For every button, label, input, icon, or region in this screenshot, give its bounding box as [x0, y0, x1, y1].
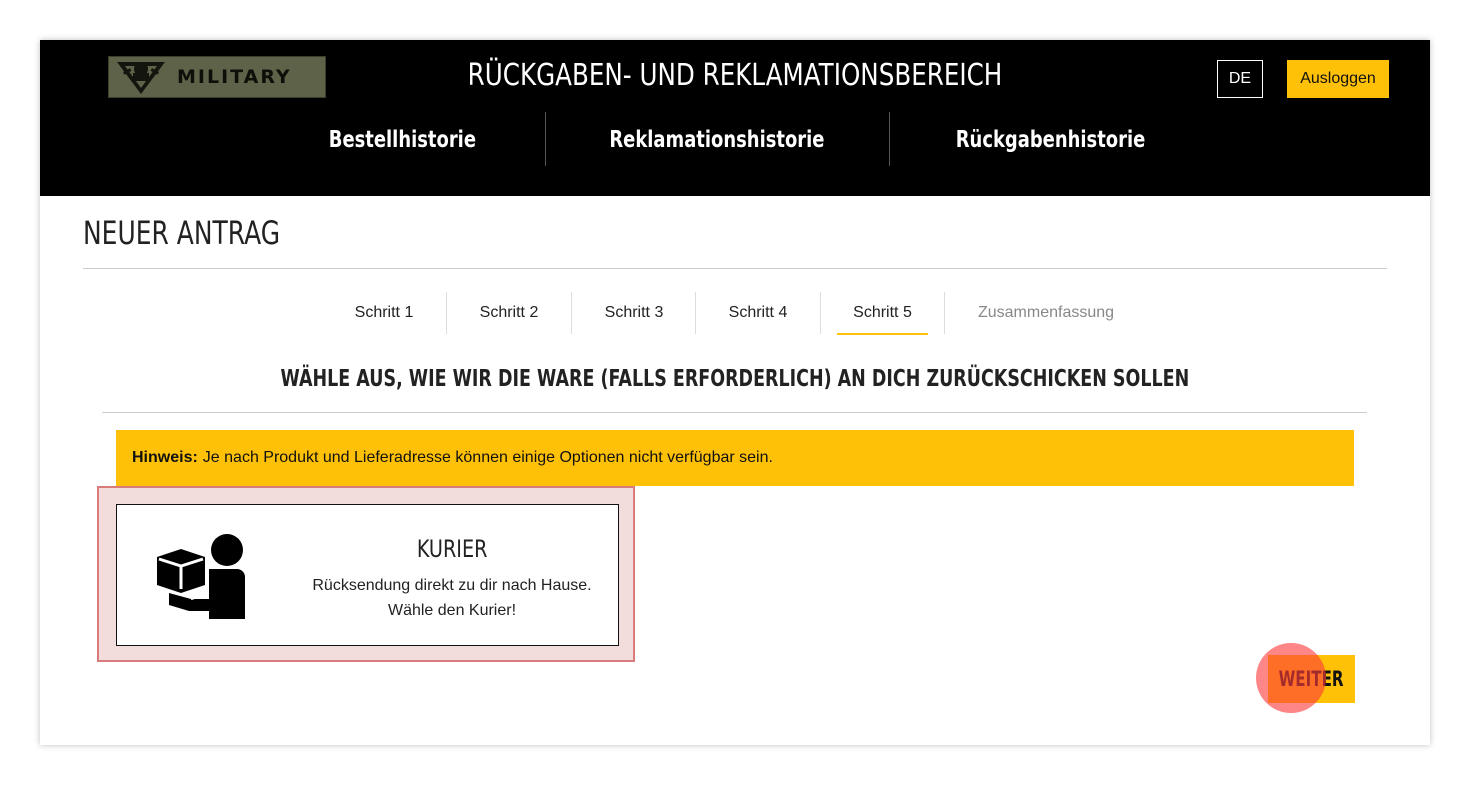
step-divider	[695, 292, 696, 334]
courier-icon	[157, 534, 245, 619]
step-5-tab[interactable]: Schritt 5	[837, 292, 928, 335]
nav-divider	[545, 112, 546, 166]
step-divider	[820, 292, 821, 334]
nav-complaint-history[interactable]: Reklamationshistorie	[602, 112, 832, 168]
next-button[interactable]: WEITER	[1268, 655, 1355, 703]
next-button-label: WEITER	[1279, 667, 1344, 691]
nav-return-history-label: Rückgabenhistorie	[955, 127, 1145, 153]
nav-order-history-label: Bestellhistorie	[328, 127, 476, 153]
summary-tab[interactable]: Zusammenfassung	[965, 292, 1127, 334]
step-divider	[446, 292, 447, 334]
courier-option-desc-line-2: Wähle den Kurier!	[387, 602, 517, 619]
main-nav: Bestellhistorie Reklamationshistorie Rüc…	[40, 112, 1430, 168]
step-2-tab[interactable]: Schritt 2	[464, 292, 554, 334]
courier-option-title: KURIER	[297, 535, 607, 563]
section-divider	[102, 412, 1367, 413]
section-heading: WÄHLE AUS, WIE WIR DIE WARE (FALLS ERFOR…	[40, 366, 1430, 392]
section-heading-text: WÄHLE AUS, WIE WIR DIE WARE (FALLS ERFOR…	[280, 366, 1190, 392]
site-title: RÜCKGABEN- UND REKLAMATIONSBEREICH	[467, 58, 1003, 93]
nav-return-history[interactable]: Rückgabenhistorie	[940, 112, 1160, 168]
step-divider	[571, 292, 572, 334]
courier-option-title-text: KURIER	[416, 535, 488, 563]
step-1-tab[interactable]: Schritt 1	[339, 292, 429, 334]
notice-banner: Hinweis: Je nach Produkt und Lieferadres…	[116, 430, 1354, 486]
courier-option-desc-line-1: Rücksendung direkt zu dir nach Hause.	[312, 577, 592, 594]
notice-text: Je nach Produkt und Lieferadresse können…	[202, 449, 773, 466]
page-title: NEUER ANTRAG	[83, 214, 281, 252]
site-header: MILITARY RÜCKGABEN- UND REKLAMATIONSBERE…	[40, 40, 1430, 196]
step-divider	[944, 292, 945, 334]
app-frame: MILITARY RÜCKGABEN- UND REKLAMATIONSBERE…	[40, 40, 1430, 745]
courier-option-card[interactable]: KURIER Rücksendung direkt zu dir nach Ha…	[116, 504, 619, 646]
title-divider	[83, 268, 1387, 269]
courier-option-selected[interactable]: KURIER Rücksendung direkt zu dir nach Ha…	[97, 486, 635, 662]
courier-option-description: Rücksendung direkt zu dir nach Hause. Wä…	[297, 573, 607, 623]
soldier-logo-icon	[117, 62, 165, 94]
step-tabs: Schritt 1 Schritt 2 Schritt 3 Schritt 4 …	[40, 292, 1430, 336]
nav-divider	[889, 112, 890, 166]
language-selector[interactable]: DE	[1217, 60, 1263, 98]
logout-button[interactable]: Ausloggen	[1287, 60, 1389, 98]
nav-complaint-history-label: Reklamationshistorie	[609, 127, 825, 153]
step-4-tab[interactable]: Schritt 4	[713, 292, 803, 334]
step-3-tab[interactable]: Schritt 3	[589, 292, 679, 334]
notice-label: Hinweis:	[132, 449, 198, 466]
nav-order-history[interactable]: Bestellhistorie	[302, 112, 502, 168]
